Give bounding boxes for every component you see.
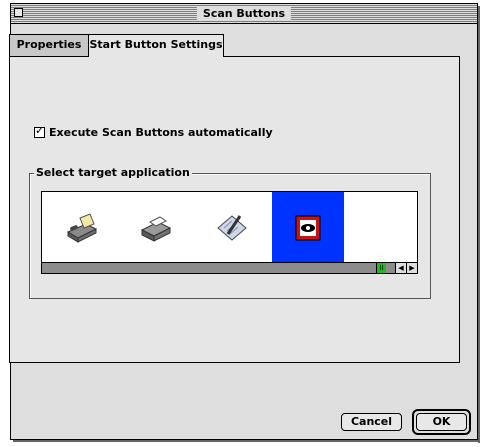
app-image-viewer-selected[interactable] xyxy=(272,192,344,264)
window-shadow-bottom xyxy=(13,440,480,442)
printer-icon xyxy=(140,216,172,242)
title-bar[interactable]: Scan Buttons xyxy=(11,4,477,24)
close-box[interactable] xyxy=(14,8,23,17)
app-document-edit[interactable] xyxy=(196,192,268,264)
scroll-thumb[interactable] xyxy=(376,263,386,273)
application-list: ◀ ▶ xyxy=(41,191,418,274)
window-title: Scan Buttons xyxy=(196,6,292,21)
app-fax[interactable] xyxy=(46,192,118,264)
cancel-button[interactable]: Cancel xyxy=(341,413,402,431)
window-shadow-right xyxy=(478,6,480,443)
ok-button[interactable]: OK xyxy=(416,413,467,431)
document-edit-icon xyxy=(217,215,247,241)
scroll-left-arrow-icon[interactable]: ◀ xyxy=(395,263,406,273)
auto-execute-option[interactable]: Execute Scan Buttons automatically xyxy=(34,124,273,139)
target-application-label: Select target application xyxy=(34,166,192,179)
eye-application-icon xyxy=(295,215,321,241)
tab-start-button-settings[interactable]: Start Button Settings xyxy=(88,34,224,57)
app-printer[interactable] xyxy=(120,192,192,264)
fax-icon xyxy=(66,213,98,243)
horizontal-scrollbar[interactable]: ◀ ▶ xyxy=(42,262,417,273)
scroll-right-arrow-icon[interactable]: ▶ xyxy=(406,263,417,273)
auto-execute-label: Execute Scan Buttons automatically xyxy=(49,125,273,139)
auto-execute-checkbox[interactable] xyxy=(34,124,45,138)
tab-properties[interactable]: Properties xyxy=(9,34,89,56)
